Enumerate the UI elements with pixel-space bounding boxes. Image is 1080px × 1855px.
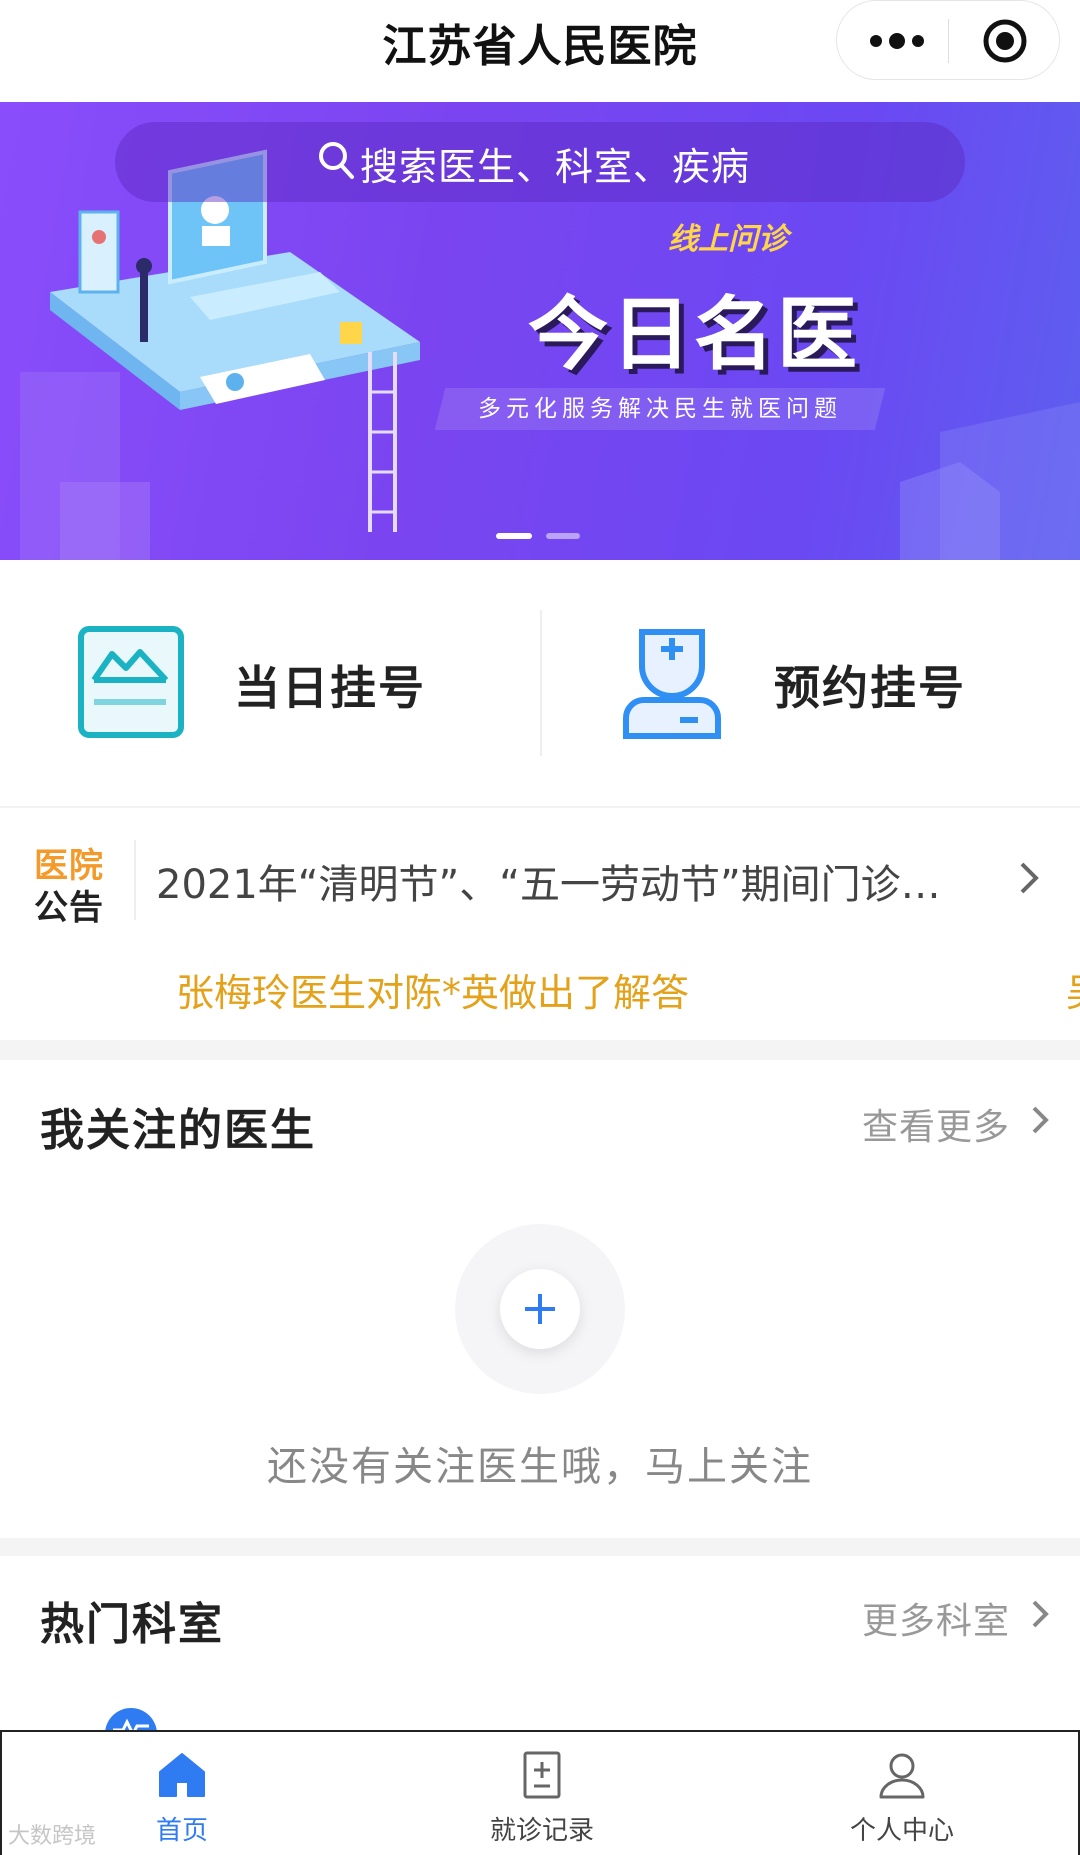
more-departments-link[interactable]: 更多科室 — [862, 1592, 1010, 1644]
banner-subtext: 多元化服务解决民生就医问题 — [478, 396, 842, 422]
same-day-register-button[interactable]: 当日挂号 — [0, 560, 540, 806]
section-gap — [0, 1538, 1080, 1556]
chevron-right-icon[interactable] — [1030, 1104, 1050, 1136]
user-icon — [879, 1753, 925, 1799]
registration-panel: 当日挂号 预约挂号 — [0, 560, 1080, 806]
answer-ticker: 张梅玲医生对陈*英做出了解答 吴 — [0, 948, 1080, 1040]
home-icon — [159, 1753, 205, 1797]
notice-divider — [134, 840, 136, 920]
tab-medical-records-label: 就诊记录 — [489, 1816, 594, 1846]
banner-subtext-box: 多元化服务解决民生就医问题 — [434, 388, 886, 430]
hospital-notice-bar[interactable]: 医院 公告 2021年“清明节”、“五一劳动节”期间门诊… — [0, 808, 1080, 948]
add-doctor-button[interactable] — [500, 1269, 580, 1349]
hot-departments-section: 热门科室 更多科室 — [0, 1556, 1080, 1738]
capsule-divider — [948, 19, 949, 63]
slide-dot[interactable] — [546, 533, 580, 539]
banner-tagline: 线上问诊 — [668, 222, 788, 257]
empty-followed-text[interactable]: 还没有关注医生哦，马上关注 — [0, 1434, 1080, 1492]
tab-medical-records[interactable]: 就诊记录 — [362, 1732, 722, 1855]
section-gap — [0, 1040, 1080, 1060]
tab-profile[interactable]: 个人中心 — [722, 1732, 1080, 1855]
followed-doctors-title: 我关注的医生 — [40, 1105, 316, 1156]
followed-doctors-section: 我关注的医生 查看更多 还没有关注医生哦，马上关注 — [0, 1060, 1080, 1538]
search-bar[interactable]: 搜索医生、科室、疾病 — [115, 122, 965, 202]
mini-program-capsule — [836, 0, 1060, 80]
doctor-appointment-icon — [623, 629, 721, 739]
promo-banner[interactable]: 搜索医生、科室、疾病 线上问诊 今日名医 多元化服务解决民生就医问题 — [0, 102, 1080, 560]
slide-dot-active[interactable] — [496, 533, 532, 539]
more-dots-icon[interactable] — [867, 29, 927, 53]
nav-header: 江苏省人民医院 — [0, 0, 1080, 102]
plus-icon — [525, 1294, 555, 1324]
tab-profile-label: 个人中心 — [849, 1816, 954, 1846]
chevron-right-icon[interactable] — [1018, 860, 1040, 896]
same-day-register-icon — [78, 626, 184, 738]
hot-departments-title: 热门科室 — [40, 1599, 224, 1650]
banner-headline: 今日名医 — [528, 288, 860, 381]
notice-text[interactable]: 2021年“清明节”、“五一劳动节”期间门诊… — [156, 852, 996, 910]
view-more-link[interactable]: 查看更多 — [862, 1098, 1010, 1150]
notice-badge-line2: 公告 — [34, 888, 104, 928]
ticker-message: 张梅玲医生对陈*英做出了解答 — [176, 971, 690, 1015]
bottom-tab-bar: 首页 就诊记录 个人中心 — [0, 1730, 1080, 1855]
appointment-register-button[interactable]: 预约挂号 — [540, 560, 1080, 806]
chevron-right-icon[interactable] — [1030, 1598, 1050, 1630]
target-close-icon[interactable] — [982, 18, 1028, 64]
appointment-register-label: 预约挂号 — [774, 661, 966, 715]
search-icon — [319, 142, 354, 179]
medical-record-icon — [523, 1751, 561, 1799]
watermark: 大数跨境 — [8, 1824, 97, 1849]
same-day-register-label: 当日挂号 — [234, 661, 426, 715]
ticker-message-next: 吴 — [1066, 962, 1080, 1017]
search-placeholder: 搜索医生、科室、疾病 — [360, 145, 751, 189]
